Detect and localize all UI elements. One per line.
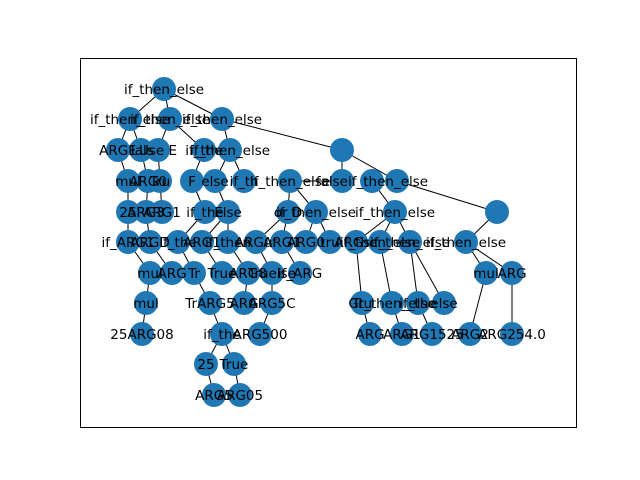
node-label-l6g: if_ARG: [278, 266, 322, 282]
node-label-l6i: ARG: [497, 266, 526, 282]
node-label-root: if_then_else: [124, 82, 204, 98]
node-label-l6h: mul: [473, 266, 498, 282]
node-l1d: [330, 138, 354, 162]
node-label-l9b: True: [219, 357, 249, 373]
node-label-l3e: else: [201, 174, 228, 190]
node-label-l5h: ARG0: [287, 235, 325, 251]
node-label-l8c: ARG500: [233, 327, 288, 343]
node-label-l4e: Else: [214, 205, 242, 221]
node-label-l2c: Use E: [139, 143, 177, 159]
node-label-l7d: ARG5C: [248, 296, 295, 312]
node-label-l3c: Tru: [149, 174, 170, 190]
node-label-l2e: if_then_else: [190, 143, 270, 159]
node-label-l4h: if_then_else: [355, 205, 435, 221]
node-label-l5l: if_then_else: [370, 235, 450, 251]
node-label-l1c: if_then_else: [182, 112, 262, 128]
node-label-l6c: Tr: [187, 266, 200, 282]
node-label-l4c: ARG1: [143, 205, 181, 221]
node-labels: if_then_elseif_then_elseif_then_elseif_t…: [90, 82, 546, 404]
node-label-l10b: ARG05: [217, 388, 263, 404]
node-label-l3h: falseif_then_else: [316, 174, 428, 190]
node-label-l8a: 25ARG08: [110, 327, 173, 343]
node-label-l8h: ARG254.0: [478, 327, 546, 343]
node-l2h: [485, 200, 509, 224]
node-label-l8d: ARG: [355, 327, 384, 343]
node-label-l9a: 25: [197, 357, 214, 373]
node-label-l3d: F: [188, 174, 196, 190]
tree-diagram: if_then_elseif_then_elseif_then_elseif_t…: [80, 58, 577, 428]
node-label-l7b: TrARG5: [184, 296, 234, 312]
node-label-l7a: mul: [133, 296, 158, 312]
node-label-l7h: else: [430, 296, 457, 312]
node-label-l6b: ARG: [157, 266, 186, 282]
node-label-l4g: if_then_else: [276, 205, 356, 221]
